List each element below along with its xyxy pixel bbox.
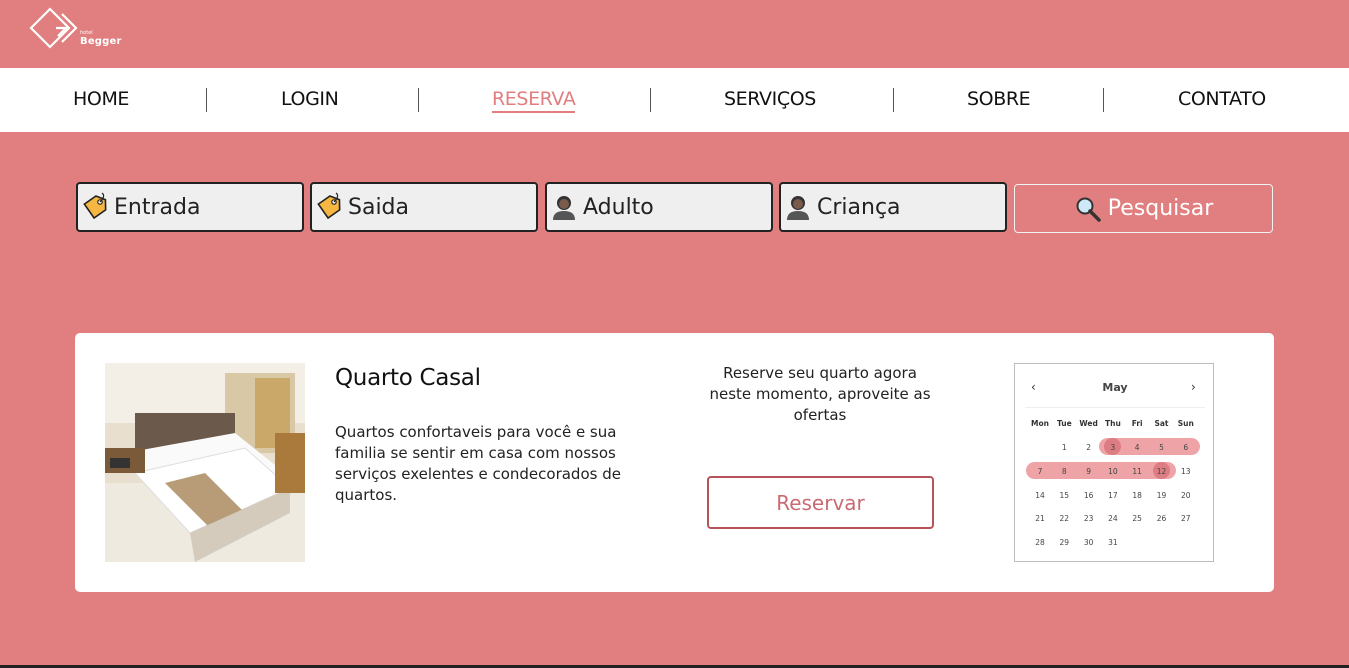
- person-icon: [787, 196, 809, 220]
- calendar-day[interactable]: 30: [1077, 538, 1101, 547]
- calendar-day[interactable]: 10: [1101, 467, 1125, 476]
- calendar-day[interactable]: 14: [1028, 491, 1052, 500]
- magnifier-icon: [1076, 197, 1101, 222]
- calendar-day[interactable]: 25: [1125, 514, 1149, 523]
- calendar-day[interactable]: 11: [1125, 467, 1149, 476]
- calendar-day[interactable]: 27: [1174, 514, 1198, 523]
- calendar-day[interactable]: 12: [1150, 467, 1174, 476]
- nav-home[interactable]: HOME: [73, 88, 129, 110]
- calendar-day[interactable]: 29: [1052, 538, 1076, 547]
- reserve-button-label: Reservar: [776, 490, 865, 515]
- calendar-day[interactable]: 4: [1125, 443, 1149, 452]
- nav-divider: [418, 88, 419, 112]
- calendar-day[interactable]: 24: [1101, 514, 1125, 523]
- children-field[interactable]: Criança: [779, 182, 1007, 232]
- calendar-weekday: Fri: [1131, 419, 1143, 428]
- checkin-field[interactable]: Entrada: [76, 182, 304, 232]
- search-button[interactable]: Pesquisar: [1014, 184, 1273, 233]
- calendar-day[interactable]: 2: [1077, 443, 1101, 452]
- calendar-day[interactable]: 6: [1174, 443, 1198, 452]
- calendar-day[interactable]: 13: [1174, 467, 1198, 476]
- calendar-day[interactable]: 20: [1174, 491, 1198, 500]
- calendar-weekday: Sun: [1177, 419, 1194, 428]
- calendar-header: ‹ May ›: [1015, 380, 1215, 398]
- checkout-field[interactable]: Saida: [310, 182, 538, 232]
- tag-icon: [317, 192, 341, 220]
- calendar-day[interactable]: 28: [1028, 538, 1052, 547]
- room-photo: [105, 363, 305, 562]
- logo-name: Begger: [80, 36, 122, 47]
- room-card: Quarto Casal Quartos confortaveis para v…: [75, 333, 1274, 592]
- calendar-weekday: Mon: [1031, 419, 1049, 428]
- calendar-day[interactable]: 31: [1101, 538, 1125, 547]
- calendar-day[interactable]: 5: [1150, 443, 1174, 452]
- main-navigation: HOME LOGIN RESERVA SERVIÇOS SOBRE CONTAT…: [0, 68, 1349, 132]
- nav-login[interactable]: LOGIN: [281, 88, 339, 110]
- calendar-divider: [1025, 407, 1205, 408]
- calendar-day[interactable]: 8: [1052, 467, 1076, 476]
- search-button-label: Pesquisar: [1107, 196, 1214, 221]
- room-description: Quartos confortaveis para você e sua fam…: [335, 423, 621, 504]
- nav-sobre[interactable]: SOBRE: [967, 88, 1031, 110]
- calendar-day[interactable]: 23: [1077, 514, 1101, 523]
- calendar-month: May: [1102, 381, 1128, 394]
- calendar-day[interactable]: 22: [1052, 514, 1076, 523]
- hotel-logo[interactable]: hotel Begger: [28, 6, 138, 54]
- checkout-label: Saida: [348, 194, 410, 220]
- calendar-day[interactable]: 18: [1125, 491, 1149, 500]
- person-icon: [553, 196, 575, 220]
- children-label: Criança: [817, 194, 901, 220]
- logo-mark-icon: [29, 7, 78, 49]
- promo-text: Reserve seu quarto agora neste momento, …: [709, 364, 931, 424]
- nav-divider: [206, 88, 207, 112]
- calendar-weekday: Wed: [1079, 419, 1098, 428]
- calendar-day[interactable]: 7: [1028, 467, 1052, 476]
- nav-divider: [893, 88, 894, 112]
- calendar-day[interactable]: 19: [1150, 491, 1174, 500]
- reserve-button[interactable]: Reservar: [707, 476, 934, 529]
- calendar-day[interactable]: 15: [1052, 491, 1076, 500]
- calendar-widget: ‹ May › Mon Tue Wed Thu Fri Sat Sun 1 2 3 4 5 6 7 8 9 10…: [1014, 363, 1214, 562]
- adults-label: Adulto: [583, 194, 654, 220]
- chevron-right-icon[interactable]: ›: [1191, 380, 1196, 394]
- nav-divider: [650, 88, 651, 112]
- calendar-day[interactable]: 9: [1077, 467, 1101, 476]
- calendar-day[interactable]: 3: [1101, 443, 1125, 452]
- nav-servicos[interactable]: SERVIÇOS: [724, 88, 816, 110]
- calendar-day[interactable]: 17: [1101, 491, 1125, 500]
- nav-contato[interactable]: CONTATO: [1178, 88, 1266, 110]
- nav-reserva[interactable]: RESERVA: [492, 88, 576, 113]
- tag-icon: [83, 192, 107, 220]
- calendar-day[interactable]: 21: [1028, 514, 1052, 523]
- room-title: Quarto Casal: [335, 365, 481, 391]
- calendar-weekday: Thu: [1104, 419, 1121, 428]
- checkin-label: Entrada: [114, 194, 201, 220]
- adults-field[interactable]: Adulto: [545, 182, 773, 232]
- calendar-day[interactable]: 26: [1150, 514, 1174, 523]
- calendar-weekday: Sat: [1154, 419, 1169, 428]
- calendar-day[interactable]: 1: [1052, 443, 1076, 452]
- calendar-day[interactable]: 16: [1077, 491, 1101, 500]
- nav-divider: [1103, 88, 1104, 112]
- calendar-weekday: Tue: [1056, 419, 1072, 428]
